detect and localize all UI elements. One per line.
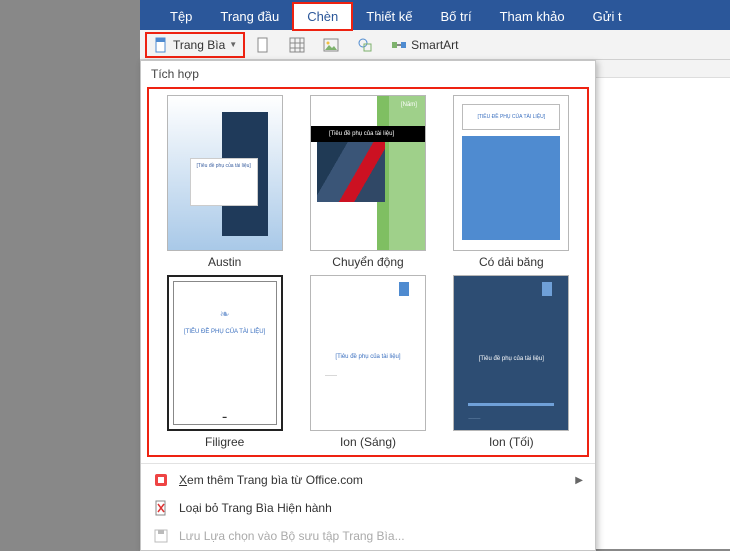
smartart-icon — [391, 37, 407, 53]
label-motion: Chuyển động — [302, 255, 433, 269]
cover-option-ion-light[interactable]: [Tiêu đề phụ của tài liệu] ――― Ion (Sáng… — [302, 275, 433, 449]
cover-option-banded[interactable]: [TIÊU ĐỀ PHỤ CỦA TÀI LIỆU] Có dải băng — [446, 95, 577, 269]
cover-option-motion[interactable]: [Năm] [Tiêu đề phụ của tài liệu] Chuyển … — [302, 95, 433, 269]
remove-page-icon — [153, 500, 169, 516]
tab-design[interactable]: Thiết kế — [352, 3, 426, 30]
pictures-button[interactable] — [316, 33, 346, 57]
tab-references[interactable]: Tham khảo — [486, 3, 579, 30]
cover-page-label: Trang Bìa — [173, 38, 225, 52]
menu-remove-cover[interactable]: Loại bỏ Trang Bìa Hiện hành — [141, 494, 595, 522]
ribbon-toolbar: Trang Bìa ▼ SmartArt — [140, 30, 730, 60]
shapes-button[interactable] — [350, 33, 380, 57]
smartart-label: SmartArt — [411, 38, 458, 52]
ruler — [596, 60, 730, 78]
tab-file[interactable]: Tệp — [156, 3, 206, 30]
cover-page-dropdown: Tích hợp [Tiêu đề phụ của tài liệu] Aust… — [140, 60, 596, 551]
tab-home[interactable]: Trang đầu — [206, 3, 293, 30]
label-banded: Có dải băng — [446, 255, 577, 269]
tab-mailings[interactable]: Gửi t — [579, 3, 636, 30]
menu-more-office[interactable]: Xem thêm Trang bìa từ Office.com ▶ — [141, 466, 595, 494]
gallery-highlight: [Tiêu đề phụ của tài liệu] Austin [Năm] … — [147, 87, 589, 457]
cover-option-ion-dark[interactable]: [Tiêu đề phụ của tài liệu] ――― Ion (Tối) — [446, 275, 577, 449]
cover-page-button[interactable]: Trang Bìa ▼ — [146, 33, 244, 57]
picture-icon — [323, 37, 339, 53]
label-ion-dark: Ion (Tối) — [446, 435, 577, 449]
blank-page-icon — [255, 37, 271, 53]
table-button[interactable] — [282, 33, 312, 57]
label-austin: Austin — [159, 255, 290, 269]
tab-layout[interactable]: Bố trí — [427, 3, 486, 30]
cover-gallery: [Tiêu đề phụ của tài liệu] Austin [Năm] … — [151, 91, 585, 453]
chevron-down-icon: ▼ — [229, 40, 237, 49]
menu-more-label: Xem thêm Trang bìa từ Office.com — [179, 473, 565, 487]
thumb-ion-light: [Tiêu đề phụ của tài liệu] ――― — [310, 275, 426, 431]
label-filigree: Filigree — [159, 435, 290, 449]
label-ion-light: Ion (Sáng) — [302, 435, 433, 449]
ribbon-tabs: Tệp Trang đầu Chèn Thiết kế Bố trí Tham … — [140, 0, 730, 30]
submenu-arrow-icon: ▶ — [575, 475, 583, 486]
app-window: Tệp Trang đầu Chèn Thiết kế Bố trí Tham … — [140, 0, 730, 60]
cover-option-austin[interactable]: [Tiêu đề phụ của tài liệu] Austin — [159, 95, 290, 269]
document-area — [596, 60, 730, 549]
thumb-filigree: ❧ [TIÊU ĐỀ PHỤ CỦA TÀI LIỆU] ▬ — [167, 275, 283, 431]
separator — [141, 463, 595, 464]
shapes-icon — [357, 37, 373, 53]
thumb-banded: [TIÊU ĐỀ PHỤ CỦA TÀI LIỆU] — [453, 95, 569, 251]
save-gallery-icon — [153, 528, 169, 544]
smartart-button[interactable]: SmartArt — [384, 33, 465, 57]
page-icon — [153, 37, 169, 53]
menu-save-label: Lưu Lựa chọn vào Bộ sưu tập Trang Bìa... — [179, 529, 583, 543]
office-icon — [153, 472, 169, 488]
thumb-ion-dark: [Tiêu đề phụ của tài liệu] ――― — [453, 275, 569, 431]
gallery-section-label: Tích hợp — [141, 61, 595, 85]
tab-insert[interactable]: Chèn — [293, 3, 352, 30]
thumb-motion: [Năm] [Tiêu đề phụ của tài liệu] — [310, 95, 426, 251]
blank-page-button[interactable] — [248, 33, 278, 57]
cover-option-filigree[interactable]: ❧ [TIÊU ĐỀ PHỤ CỦA TÀI LIỆU] ▬ Filigree — [159, 275, 290, 449]
menu-save-selection: Lưu Lựa chọn vào Bộ sưu tập Trang Bìa... — [141, 522, 595, 550]
menu-remove-label: Loại bỏ Trang Bìa Hiện hành — [179, 501, 583, 515]
table-icon — [289, 37, 305, 53]
thumb-austin: [Tiêu đề phụ của tài liệu] — [167, 95, 283, 251]
